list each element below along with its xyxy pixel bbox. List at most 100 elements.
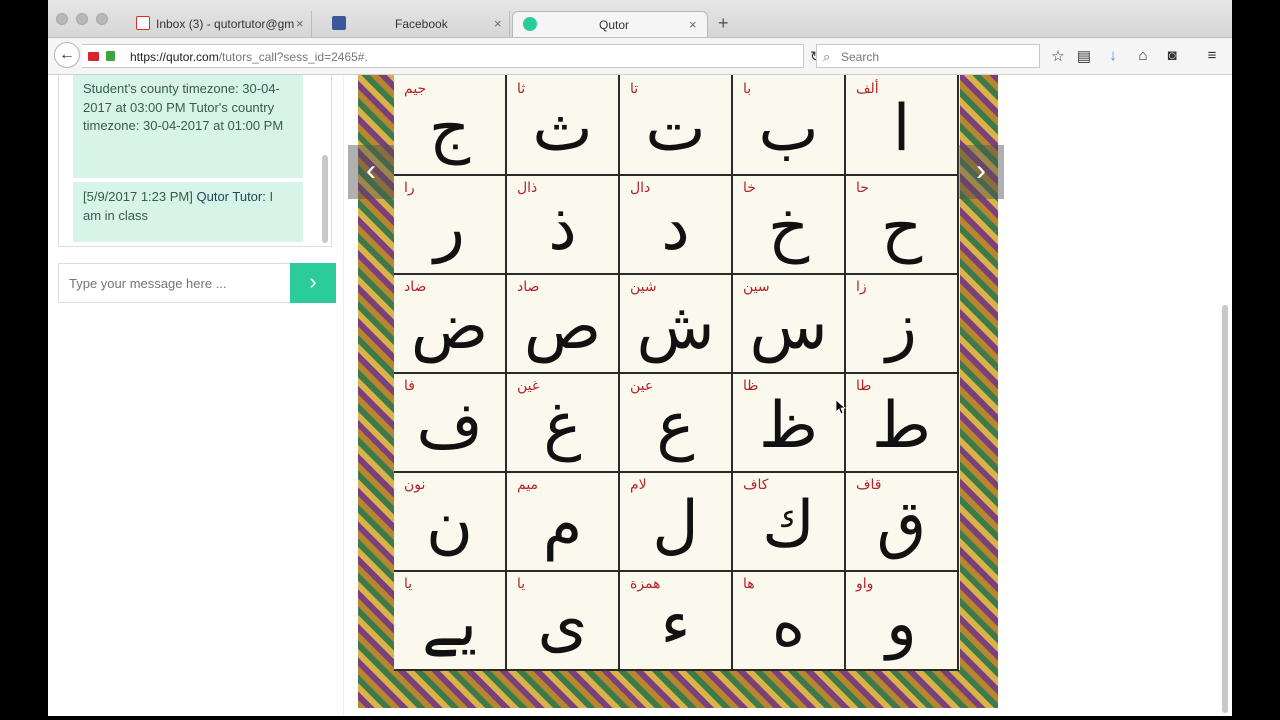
- arabic-letter: ر: [434, 191, 465, 265]
- letter-cell: عين ع: [620, 372, 733, 473]
- browser-window: Inbox (3) - qutortutor@gmail. × Facebook…: [48, 0, 1232, 716]
- letter-cell: ها ه: [733, 570, 846, 671]
- letter-cell: جيم ج: [394, 75, 507, 176]
- search-placeholder: Search: [841, 50, 880, 64]
- letter-cell: شين ش: [620, 273, 733, 374]
- menu-icon[interactable]: ≡: [1202, 47, 1222, 64]
- arabic-letter: م: [542, 488, 583, 562]
- page-scrollbar[interactable]: [1222, 305, 1228, 713]
- url-bar[interactable]: https://qutor.com/tutors_call?sess_id=24…: [82, 44, 822, 68]
- letter-cell: ظا ظ: [733, 372, 846, 473]
- letter-cell: فا ف: [394, 372, 507, 473]
- arabic-letter: د: [661, 191, 690, 265]
- arabic-letter: ح: [880, 191, 923, 265]
- home-icon[interactable]: ⌂: [1133, 47, 1153, 64]
- letter-cell: كاف ك: [733, 471, 846, 572]
- arabic-letter: ج: [428, 92, 471, 166]
- message-timestamp: [5/9/2017 1:23 PM]: [83, 189, 193, 204]
- arabic-alphabet-chart: جيم ج ثا ث تا ت با ب ألف ا را ر ذال ذ دال د خا خ حا ح ضاد ض صا…: [348, 75, 1004, 708]
- arabic-letter: ع: [656, 389, 695, 463]
- arabic-letter: ه: [771, 587, 806, 661]
- letter-cell: نون ن: [394, 471, 507, 572]
- minimize-window-button[interactable]: [76, 13, 88, 25]
- letter-cell: ذال ذ: [507, 174, 620, 275]
- letter-cell: با ب: [733, 75, 846, 176]
- arabic-letter: و: [886, 587, 917, 661]
- search-icon: ⌕: [823, 49, 831, 64]
- arabic-letter: ق: [876, 488, 927, 562]
- tab-facebook[interactable]: Facebook ×: [312, 11, 510, 37]
- mouse-cursor-icon: [836, 400, 846, 414]
- tab-title: Facebook: [395, 17, 448, 31]
- chat-message: Student's county timezone: 30-04-2017 at…: [73, 75, 303, 178]
- letter-cell: يا يے: [394, 570, 507, 671]
- letter-cell: واو و: [846, 570, 959, 671]
- arabic-letter: ت: [645, 92, 706, 166]
- gmail-icon: [136, 16, 150, 30]
- letter-cell: تا ت: [620, 75, 733, 176]
- tab-qutor[interactable]: Qutor ×: [512, 11, 708, 37]
- bookmark-star-icon[interactable]: ☆: [1048, 47, 1068, 65]
- close-tab-icon[interactable]: ×: [494, 16, 502, 31]
- download-icon[interactable]: ↓: [1103, 47, 1123, 64]
- chat-message-input[interactable]: [58, 263, 290, 303]
- alphabet-grid: جيم ج ثا ث تا ت با ب ألف ا را ر ذال ذ دال د خا خ حا ح ضاد ض صا…: [394, 75, 960, 671]
- letter-cell: همزة ء: [620, 570, 733, 671]
- letter-cell: حا ح: [846, 174, 959, 275]
- close-tab-icon[interactable]: ×: [689, 17, 697, 32]
- new-tab-button[interactable]: +: [718, 14, 729, 32]
- letter-cell: يا ى: [507, 570, 620, 671]
- url-domain: https://qutor.com: [130, 50, 219, 64]
- tab-gmail[interactable]: Inbox (3) - qutortutor@gmail. ×: [116, 11, 312, 37]
- letter-cell: لام ل: [620, 471, 733, 572]
- arabic-letter: ب: [758, 92, 819, 166]
- arabic-letter: ط: [871, 389, 932, 463]
- letter-cell: ميم م: [507, 471, 620, 572]
- url-text: https://qutor.com/tutors_call?sess_id=24…: [130, 50, 368, 64]
- letter-cell: سين س: [733, 273, 846, 374]
- qutor-icon: [523, 17, 537, 31]
- camera-icon: [88, 52, 99, 61]
- arabic-letter: خ: [767, 191, 810, 265]
- arabic-letter: ص: [523, 290, 602, 364]
- message-sender: Qutor Tutor:: [196, 189, 266, 204]
- chat-scrollbar[interactable]: [322, 155, 328, 243]
- previous-slide-button[interactable]: ‹: [348, 145, 394, 199]
- zoom-window-button[interactable]: [96, 13, 108, 25]
- pocket-icon[interactable]: ◙: [1162, 47, 1182, 64]
- arabic-letter: ز: [886, 290, 917, 364]
- arabic-letter: ظ: [758, 389, 819, 463]
- letter-cell: طا ط: [846, 372, 959, 473]
- send-button[interactable]: ›: [290, 263, 336, 303]
- page-content: Student's county timezone: 30-04-2017 at…: [48, 75, 1232, 716]
- next-slide-button[interactable]: ›: [958, 145, 1004, 199]
- reading-list-icon[interactable]: ▤: [1074, 47, 1094, 65]
- url-path: /tutors_call?sess_id=2465#.: [218, 50, 368, 64]
- arabic-letter: ل: [652, 488, 699, 562]
- arabic-letter: ك: [762, 488, 815, 562]
- letter-cell: خا خ: [733, 174, 846, 275]
- letter-cell: قاف ق: [846, 471, 959, 572]
- letter-cell: ثا ث: [507, 75, 620, 176]
- tab-bar: Inbox (3) - qutortutor@gmail. × Facebook…: [48, 0, 1232, 38]
- letter-cell: ضاد ض: [394, 273, 507, 374]
- close-window-button[interactable]: [56, 13, 68, 25]
- close-tab-icon[interactable]: ×: [296, 16, 304, 31]
- arabic-letter: ث: [532, 92, 593, 166]
- chat-message: [5/9/2017 1:23 PM] Qutor Tutor: I am in …: [73, 182, 303, 242]
- arabic-letter: ء: [660, 587, 691, 661]
- arabic-letter: ا: [892, 92, 911, 166]
- back-button[interactable]: ←: [54, 42, 80, 68]
- search-bar[interactable]: ⌕ Search: [816, 44, 1040, 68]
- tab-title: Qutor: [599, 18, 630, 32]
- arabic-letter: ن: [426, 488, 473, 562]
- arabic-letter: ض: [410, 290, 489, 364]
- letter-cell: زا ز: [846, 273, 959, 374]
- arabic-letter: يے: [421, 587, 478, 661]
- tab-title: Inbox (3) - qutortutor@gmail.: [156, 17, 294, 31]
- arabic-letter: غ: [543, 389, 582, 463]
- message-text: Student's county timezone: 30-04-2017 at…: [83, 81, 284, 133]
- letter-cell: دال د: [620, 174, 733, 275]
- arabic-letter: ف: [416, 389, 483, 463]
- arabic-letter: ى: [537, 587, 588, 661]
